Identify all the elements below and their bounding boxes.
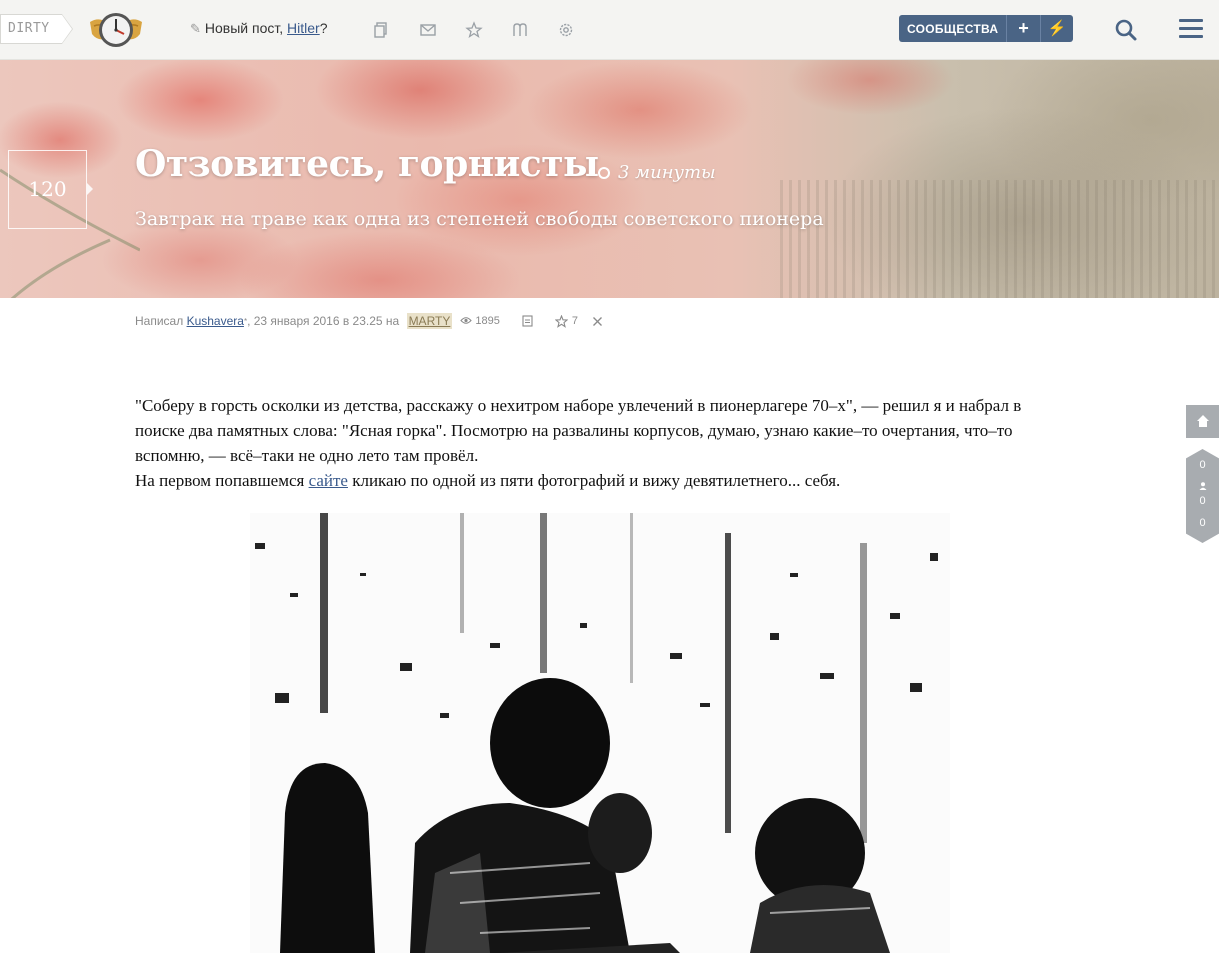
communities-button[interactable]: СООБЩЕСТВА: [899, 22, 1006, 36]
brand-label: DIRTY: [8, 21, 50, 36]
person-icon: [1199, 482, 1206, 490]
paragraph-text: кликаю по одной из пяти фотографий и виж…: [347, 471, 841, 490]
read-time-label: 3 минуты: [618, 162, 716, 183]
post-date: , 23 января 2016 в 23.25 на: [247, 314, 403, 328]
top-bar: DIRTY ✎ Новый пост, Hitler? СООБЩЕСТВА + …: [0, 0, 1219, 60]
read-time: 3 минуты: [598, 162, 716, 183]
dirty-brand-tag[interactable]: DIRTY: [0, 14, 73, 44]
community-link[interactable]: MARTY: [406, 313, 453, 329]
copy-link-icon[interactable]: [522, 315, 533, 327]
mail-icon[interactable]: [419, 21, 437, 39]
user-count[interactable]: 0: [1186, 478, 1219, 507]
paragraph-text: На первом попавшемся: [135, 471, 309, 490]
user-count-value: 0: [1199, 495, 1206, 507]
favorites-star-icon[interactable]: [465, 21, 483, 39]
new-post-question: ?: [319, 20, 328, 36]
side-counters[interactable]: 0 0 0: [1186, 449, 1219, 543]
article-paragraph: "Соберу в горсть осколки из детства, рас…: [135, 396, 1022, 465]
favorites-count: 7: [571, 315, 578, 327]
views-count: 1895: [475, 315, 500, 327]
home-icon: [1196, 415, 1209, 427]
post-meta: Написал Kushavera *, 23 января 2016 в 23.…: [135, 313, 603, 329]
communities-button-group: СООБЩЕСТВА + ⚡: [899, 15, 1073, 42]
posts-icon[interactable]: [372, 21, 390, 39]
favorite-star-icon[interactable]: [554, 314, 568, 328]
search-icon[interactable]: [1113, 17, 1139, 43]
hide-post-close-icon[interactable]: [592, 316, 603, 327]
post-body: "Соберу в горсть осколки из детства, рас…: [135, 393, 1070, 493]
my-things-icon[interactable]: [511, 21, 529, 39]
clock-logo-icon[interactable]: [86, 8, 146, 52]
post-title: Отзовитесь, горнисты: [135, 143, 599, 185]
post-subtitle: Завтрак на траве как одна из степеней св…: [135, 208, 824, 230]
pencil-icon: ✎: [190, 21, 201, 36]
wood-texture: [780, 180, 1219, 298]
new-post-label: Новый пост,: [204, 20, 288, 36]
hamburger-menu-icon[interactable]: [1179, 19, 1203, 39]
replies-count[interactable]: 0: [1186, 507, 1219, 536]
written-by-label: Написал: [135, 314, 184, 328]
post-rating[interactable]: 120: [8, 150, 93, 229]
author-link[interactable]: Kushavera: [187, 314, 244, 328]
new-post-prompt[interactable]: ✎ Новый пост, Hitler?: [190, 20, 328, 37]
eye-icon: [460, 317, 473, 324]
home-button[interactable]: [1186, 405, 1219, 438]
settings-gear-icon[interactable]: [557, 21, 575, 39]
article-paragraph: На первом попавшемся сайте кликаю по одн…: [135, 468, 1070, 493]
new-comments-count[interactable]: 0: [1186, 449, 1219, 478]
username-link[interactable]: Hitler: [287, 20, 320, 36]
clock-icon: [598, 167, 610, 179]
site-link[interactable]: сайте: [309, 471, 348, 490]
add-plus-icon[interactable]: +: [1006, 15, 1039, 42]
pioneer-camp-photo: [250, 513, 950, 953]
views-counter: 1895: [460, 315, 500, 327]
lightning-icon[interactable]: ⚡: [1039, 15, 1073, 42]
